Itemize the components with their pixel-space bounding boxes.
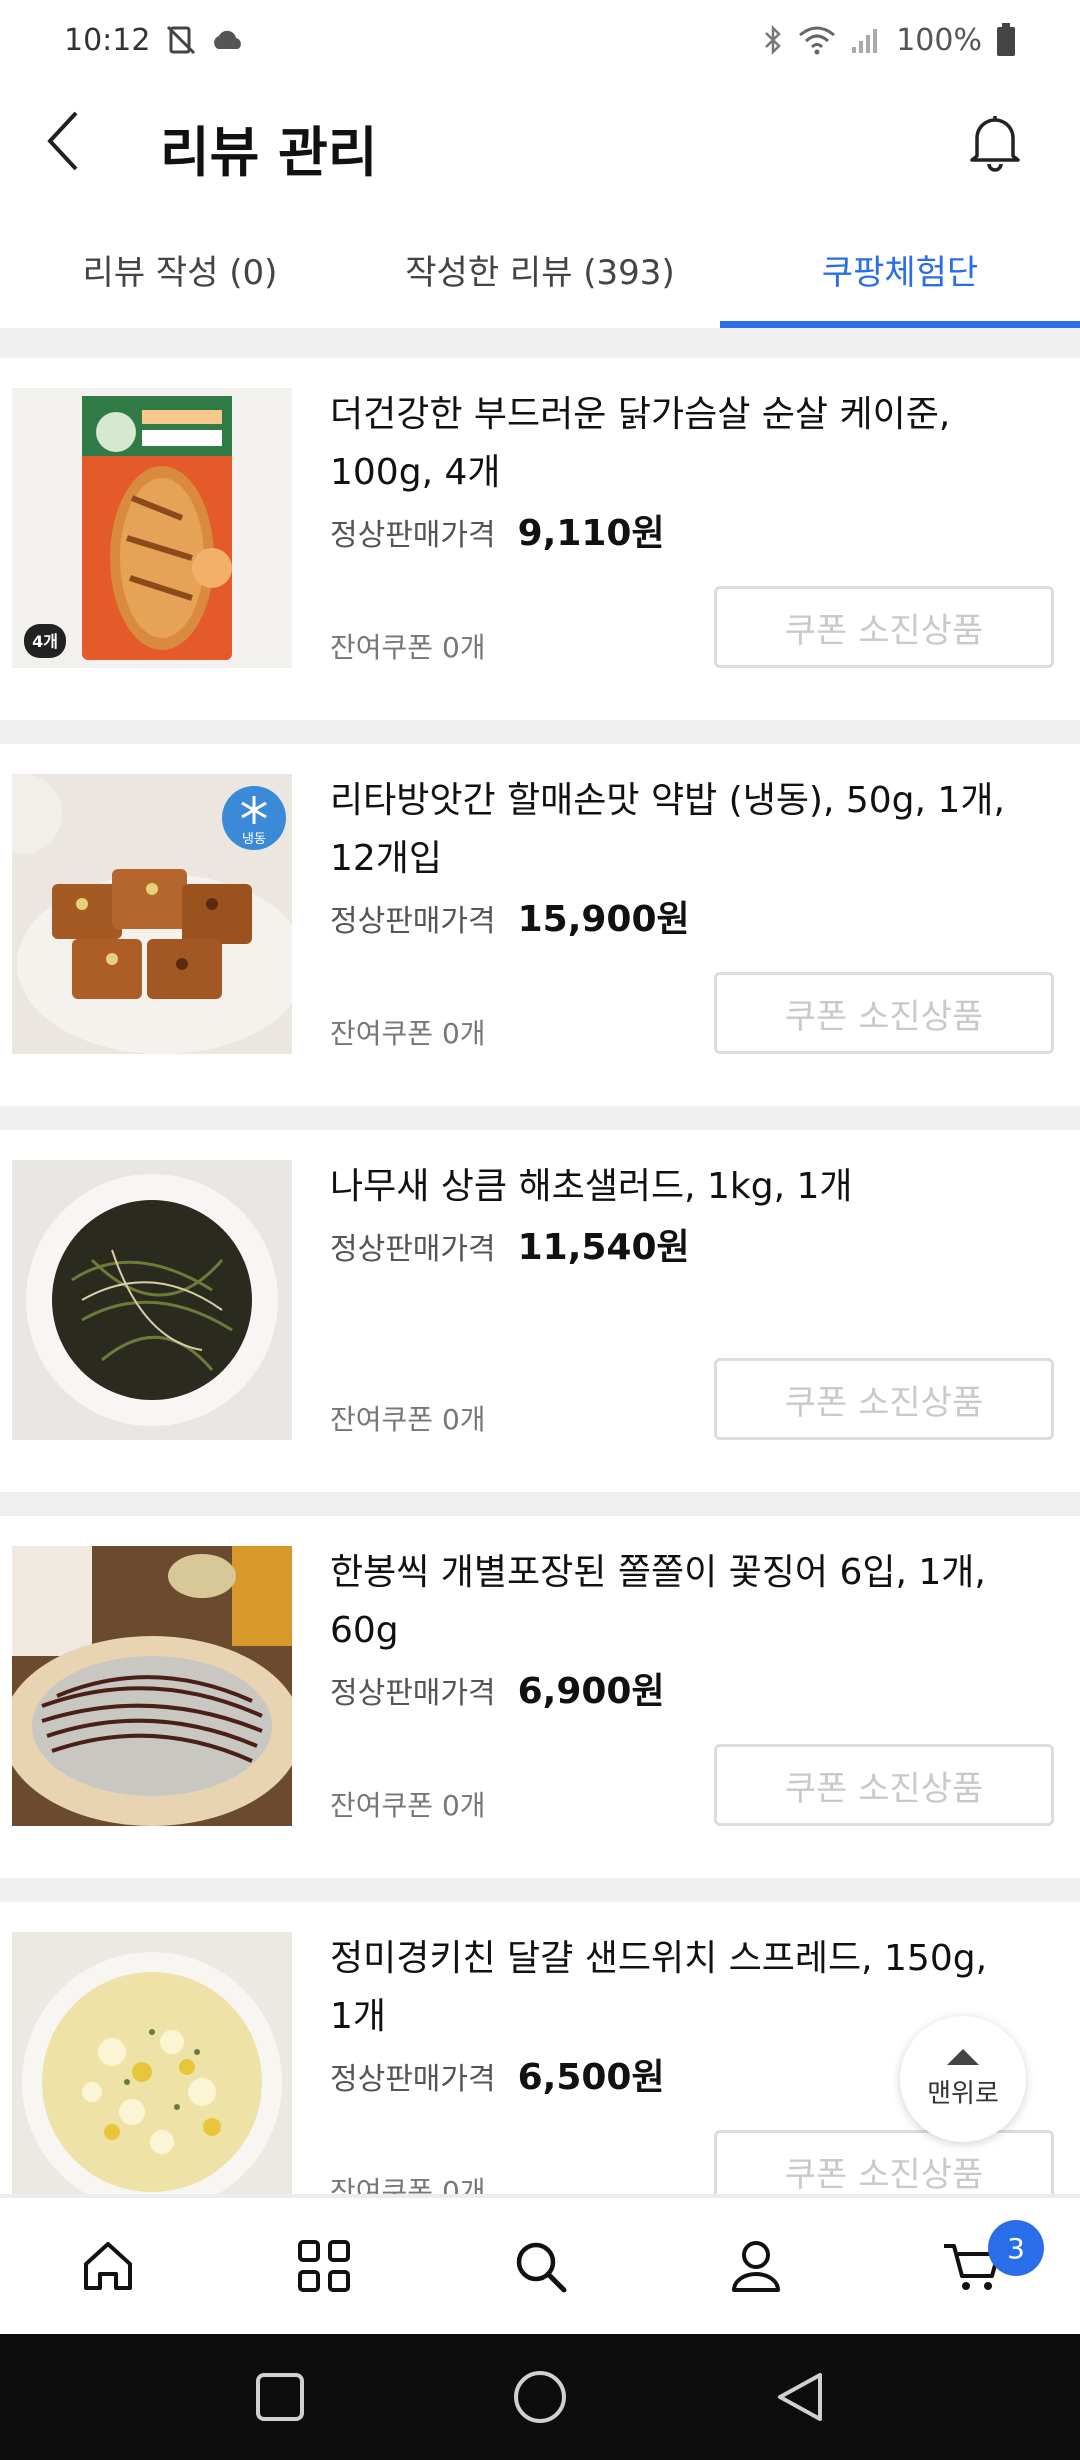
- my-account-icon: [732, 2241, 780, 2292]
- bell-icon: [970, 116, 1020, 172]
- list-item[interactable]: 냉동 리타방앗간 할매손맛 약밥 (냉동), 50g, 1개, 12개입 정상판…: [0, 744, 1080, 1106]
- thumb-badge: 4개: [32, 632, 58, 651]
- nav-my-account[interactable]: [648, 2198, 864, 2334]
- price-label: 정상판매가격: [330, 2062, 496, 2097]
- frozen-badge: 냉동: [242, 832, 266, 847]
- scroll-to-top-button[interactable]: 맨위로: [900, 2016, 1026, 2142]
- coupon-soldout-button[interactable]: 쿠폰 소진상품: [714, 586, 1054, 668]
- price-value: 15,900원: [517, 899, 690, 940]
- list-item[interactable]: 나무새 상큼 해초샐러드, 1kg, 1개 정상판매가격 11,540원 잔여쿠…: [0, 1130, 1080, 1492]
- price-row: 정상판매가격 6,500원: [330, 2048, 665, 2100]
- cloud-icon: [214, 30, 242, 49]
- system-nav-bar: [0, 2334, 1080, 2460]
- cart-count-badge: 3: [988, 2220, 1044, 2276]
- price-label: 정상판매가격: [330, 518, 496, 553]
- price-label: 정상판매가격: [330, 1676, 496, 1711]
- bottom-nav: 3: [0, 2198, 1080, 2334]
- search-icon: [516, 2242, 567, 2293]
- active-tab-indicator: [720, 321, 1080, 328]
- price-value: 9,110원: [517, 513, 665, 554]
- review-tabs: 리뷰 작성 (0) 작성한 리뷰 (393) 쿠팡체험단: [0, 210, 1080, 328]
- product-image-seaweed-salad[interactable]: [12, 1160, 292, 1440]
- tab-label: 쿠팡체험단: [821, 252, 979, 293]
- no-sim-icon: [167, 25, 196, 55]
- price-row: 정상판매가격 11,540원: [330, 1218, 690, 1270]
- home-circle-icon[interactable]: [511, 2368, 569, 2426]
- tab-written-reviews[interactable]: 작성한 리뷰 (393): [360, 210, 720, 328]
- snowflake-icon: [241, 796, 267, 824]
- arrow-up-icon: [947, 2048, 979, 2065]
- tab-label: 리뷰 작성 (0): [82, 252, 278, 293]
- bluetooth-icon: [765, 24, 781, 56]
- product-image-egg-spread[interactable]: [12, 1932, 292, 2212]
- product-name[interactable]: 한봉씩 개별포장된 쫄쫄이 꽃징어 6입, 1개, 60g: [330, 1544, 1060, 1660]
- price-row: 정상판매가격 6,900원: [330, 1662, 665, 1714]
- price-value: 6,500원: [517, 2057, 665, 2098]
- list-item[interactable]: 한봉씩 개별포장된 쫄쫄이 꽃징어 6입, 1개, 60g 정상판매가격 6,9…: [0, 1516, 1080, 1878]
- product-name[interactable]: 리타방앗간 할매손맛 약밥 (냉동), 50g, 1개, 12개입: [330, 772, 1060, 888]
- status-time: 10:12: [64, 22, 151, 58]
- tab-label: 작성한 리뷰 (393): [405, 252, 675, 293]
- price-row: 정상판매가격 9,110원: [330, 504, 665, 556]
- nav-cart[interactable]: 3: [864, 2198, 1080, 2334]
- nav-home[interactable]: [0, 2198, 216, 2334]
- notification-button[interactable]: [960, 106, 1030, 176]
- wifi-icon: [799, 26, 836, 55]
- price-label: 정상판매가격: [330, 904, 496, 939]
- nav-search[interactable]: [432, 2198, 648, 2334]
- product-name[interactable]: 나무새 상큼 해초샐러드, 1kg, 1개: [330, 1158, 1060, 1216]
- product-list: 4개 더건강한 부드러운 닭가슴살 순살 케이준, 100g, 4개 정상판매가…: [0, 358, 1080, 2288]
- item-separator: [0, 720, 1080, 744]
- remaining-coupons: 잔여쿠폰 0개: [330, 1017, 486, 1050]
- product-image-chicken-breast[interactable]: 4개: [12, 388, 292, 668]
- battery-percent: 100%: [896, 22, 982, 58]
- coupon-soldout-button[interactable]: 쿠폰 소진상품: [714, 972, 1054, 1054]
- scroll-to-top-label: 맨위로: [927, 2078, 999, 2109]
- product-image-yakbap[interactable]: 냉동: [12, 774, 292, 1054]
- product-image-squid[interactable]: [12, 1546, 292, 1826]
- list-item[interactable]: 4개 더건강한 부드러운 닭가슴살 순살 케이준, 100g, 4개 정상판매가…: [0, 358, 1080, 720]
- status-bar: 10:12 100%: [0, 0, 1080, 80]
- item-separator: [0, 1492, 1080, 1516]
- product-name[interactable]: 더건강한 부드러운 닭가슴살 순살 케이준, 100g, 4개: [330, 386, 1060, 502]
- app-header: 리뷰 관리: [0, 80, 1080, 200]
- tab-write-review[interactable]: 리뷰 작성 (0): [0, 210, 360, 328]
- nav-categories[interactable]: [216, 2198, 432, 2334]
- back-button[interactable]: [34, 106, 94, 176]
- remaining-coupons: 잔여쿠폰 0개: [330, 1789, 486, 1822]
- item-separator: [0, 1878, 1080, 1902]
- back-triangle-icon[interactable]: [772, 2369, 828, 2425]
- tab-coupang-experience[interactable]: 쿠팡체험단: [720, 210, 1080, 328]
- price-value: 6,900원: [517, 1671, 665, 1712]
- remaining-coupons: 잔여쿠폰 0개: [330, 1403, 486, 1436]
- price-row: 정상판매가격 15,900원: [330, 890, 690, 942]
- remaining-coupons: 잔여쿠폰 0개: [330, 631, 486, 664]
- battery-icon: [997, 23, 1015, 56]
- home-icon: [84, 2242, 132, 2290]
- coupon-soldout-button[interactable]: 쿠폰 소진상품: [714, 1744, 1054, 1826]
- chevron-left-icon: [47, 111, 78, 171]
- coupon-soldout-button[interactable]: 쿠폰 소진상품: [714, 1358, 1054, 1440]
- signal-icon: [852, 29, 878, 53]
- recent-apps-icon[interactable]: [252, 2369, 308, 2425]
- section-divider: [0, 328, 1080, 358]
- item-separator: [0, 1106, 1080, 1130]
- page-title: 리뷰 관리: [160, 121, 378, 184]
- categories-icon: [298, 2240, 350, 2292]
- price-label: 정상판매가격: [330, 1232, 496, 1267]
- price-value: 11,540원: [517, 1227, 690, 1268]
